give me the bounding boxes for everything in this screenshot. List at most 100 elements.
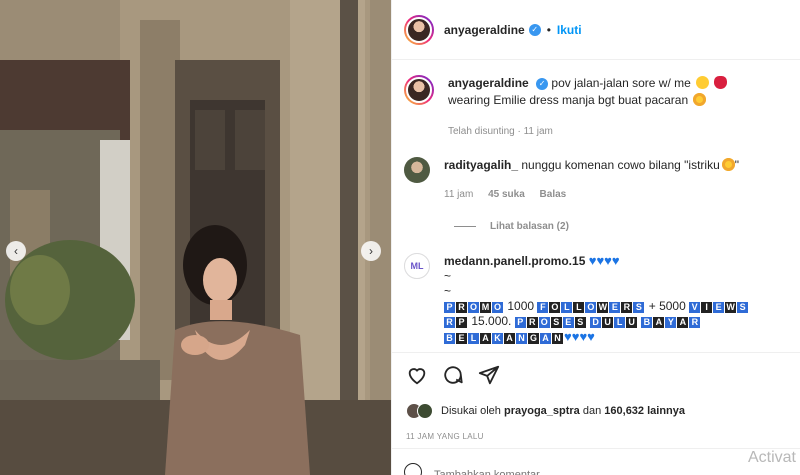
emoji-icon[interactable]	[404, 463, 422, 475]
verified-badge-icon: ✓	[536, 77, 549, 90]
comment-text-end: "	[734, 158, 740, 172]
promo-letter: F	[537, 302, 549, 313]
comment-item: ML medann.panell.promo.15 ♥♥♥♥ ~ ~ PROMO…	[404, 253, 749, 345]
promo-word: PROSES	[514, 314, 587, 328]
comments-list[interactable]: anyageraldine ✓ pov jalan-jalan sore w/ …	[392, 60, 800, 352]
promo-letter: P	[514, 317, 526, 328]
comment-time: 11 jam	[444, 189, 474, 200]
promo-letter: E	[609, 302, 621, 313]
caption: anyageraldine ✓ pov jalan-jalan sore w/ …	[404, 75, 728, 140]
likes-count[interactable]: 160,632 lainnya	[604, 405, 685, 417]
promo-letter: Y	[665, 317, 677, 328]
promo-letter: B	[444, 333, 455, 344]
post-header: anyageraldine ✓ • Ikuti	[392, 0, 800, 60]
promo-letter: A	[504, 333, 515, 344]
comment-icon[interactable]	[442, 364, 464, 386]
likes-and: dan	[582, 405, 602, 417]
promo-letter: E	[562, 317, 574, 328]
commenter-username[interactable]: medann.panell.promo.15	[444, 254, 585, 268]
comment-reply-button[interactable]: Balas	[540, 189, 567, 200]
comment-item: radityagalih_ nunggu komenan cowo bilang…	[404, 157, 739, 203]
yum-emoji-icon	[696, 76, 710, 89]
previous-image-button[interactable]: ‹	[6, 241, 26, 261]
promo-letter: R	[621, 302, 633, 313]
promo-letter: O	[585, 302, 597, 313]
promo-letter: P	[444, 302, 455, 313]
post-timestamp: 11 JAM YANG LALU	[406, 432, 484, 441]
heart-emoji-icon	[714, 76, 728, 89]
caption-username[interactable]: anyageraldine	[448, 76, 529, 90]
promo-line-2: RP 15.000. PROSES DULU BAYAR	[444, 314, 749, 329]
post-side-panel: anyageraldine ✓ • Ikuti anyageraldine ✓ …	[391, 0, 800, 475]
promo-letter: A	[677, 317, 689, 328]
promo-letter: S	[633, 302, 645, 313]
promo-word: BELAKANGAN	[444, 330, 564, 344]
comment-input[interactable]	[434, 469, 576, 475]
promo-letter: M	[480, 302, 491, 313]
street-photo	[0, 0, 391, 475]
promo-letter: N	[552, 333, 563, 344]
windows-activation-watermark: Activat	[747, 449, 796, 466]
promo-letter: U	[602, 317, 614, 328]
promo-letter: R	[526, 317, 538, 328]
author-avatar[interactable]	[404, 14, 434, 45]
promo-letter: A	[540, 333, 551, 344]
star-eyes-emoji-icon	[693, 93, 707, 106]
promo-word: FOLLOWERS	[537, 299, 645, 313]
comment-like-count[interactable]: 45 suka	[488, 189, 525, 200]
liker-avatar[interactable]	[417, 403, 433, 419]
commenter-username[interactable]: radityagalih_	[444, 158, 518, 172]
promo-number: 1000	[507, 299, 535, 313]
promo-letter: L	[468, 333, 479, 344]
add-comment-bar	[392, 448, 800, 475]
comment-text: nunggu komenan cowo bilang "istriku	[521, 158, 720, 172]
commenter-avatar[interactable]	[404, 157, 430, 183]
promo-letter: L	[573, 302, 585, 313]
promo-word: DULU	[590, 314, 638, 328]
verified-badge-icon: ✓	[528, 23, 541, 36]
view-replies-button[interactable]: Lihat balasan (2)	[454, 221, 569, 232]
promo-letter: W	[725, 302, 737, 313]
promo-number: + 5000	[648, 299, 686, 313]
promo-letter: B	[641, 317, 653, 328]
promo-number: 15.000.	[471, 314, 512, 328]
promo-letter: O	[492, 302, 503, 313]
promo-letter: S	[574, 317, 586, 328]
promo-word: RP	[444, 314, 468, 328]
star-eyes-emoji-icon	[721, 158, 735, 171]
promo-letter: V	[689, 302, 701, 313]
promo-letter: L	[561, 302, 573, 313]
post-actions: Disukai oleh prayoga_sptra dan 160,632 l…	[392, 352, 800, 448]
comment-line-3: ~	[444, 284, 452, 298]
promo-word: PROMO	[444, 299, 504, 313]
promo-letter: O	[468, 302, 479, 313]
commenter-avatar[interactable]: ML	[404, 253, 430, 279]
share-icon[interactable]	[478, 364, 500, 386]
caption-text-line2: wearing Emilie dress manja bgt buat paca…	[448, 93, 689, 107]
promo-letter: O	[538, 317, 550, 328]
heart-icon[interactable]	[406, 364, 428, 386]
author-username[interactable]: anyageraldine	[444, 23, 525, 37]
blue-heart-emoji-icon: ♥♥♥♥	[588, 253, 620, 268]
promo-letter: S	[737, 302, 749, 313]
liker-avatars	[406, 403, 433, 419]
caption-edited: Telah disunting · 11 jam	[448, 126, 553, 137]
replies-divider	[454, 226, 476, 227]
separator-dot: •	[546, 22, 551, 37]
promo-letter: R	[456, 302, 467, 313]
promo-letter: D	[590, 317, 602, 328]
promo-letter: U	[626, 317, 638, 328]
promo-letter: G	[528, 333, 539, 344]
view-replies-label: Lihat balasan (2)	[490, 221, 569, 232]
liker-username[interactable]: prayoga_sptra	[504, 405, 580, 417]
promo-letter: A	[653, 317, 665, 328]
post-photo[interactable]: ‹ ›	[0, 0, 391, 475]
promo-letter: P	[456, 317, 467, 328]
caption-author-avatar[interactable]	[404, 75, 434, 105]
next-image-button[interactable]: ›	[361, 241, 381, 261]
promo-letter: N	[516, 333, 527, 344]
comment-line-2: ~	[444, 269, 452, 283]
promo-letter: A	[480, 333, 491, 344]
follow-button[interactable]: Ikuti	[557, 23, 582, 37]
promo-letter: O	[549, 302, 561, 313]
